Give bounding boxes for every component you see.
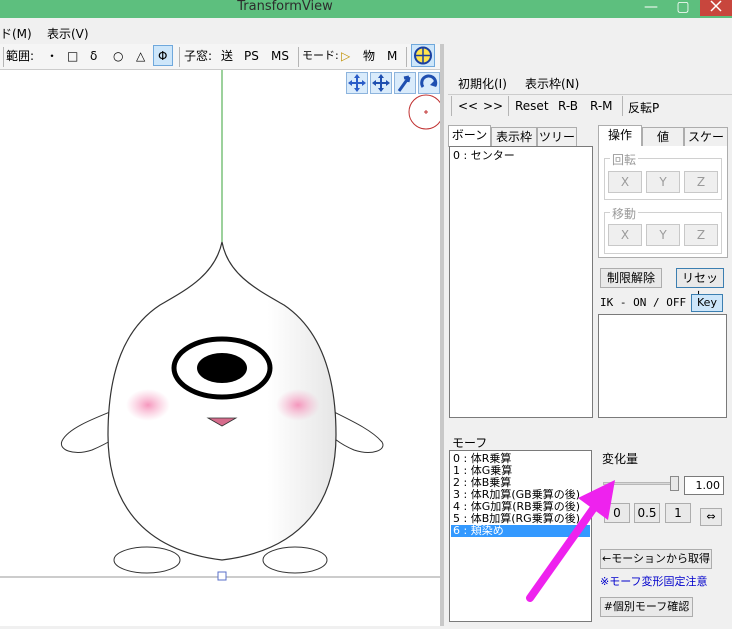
menu-item-view[interactable]: 表示(V) <box>47 25 89 42</box>
move-x-button[interactable]: X <box>608 224 642 246</box>
move-z-button[interactable]: Z <box>684 224 718 246</box>
model-canvas <box>0 70 440 581</box>
change-slider-thumb[interactable] <box>669 476 679 491</box>
toolbar-separator <box>508 96 509 116</box>
child-ps-button[interactable]: PS <box>244 48 259 64</box>
change-amount-label: 変化量 <box>602 452 639 466</box>
right-foot <box>262 546 328 574</box>
range-circle-button[interactable]: ○ <box>113 48 123 64</box>
rotate-z-button[interactable]: Z <box>684 171 718 193</box>
tab-value[interactable]: 値 <box>642 127 684 147</box>
view-center-gizmo[interactable] <box>408 94 444 130</box>
toolbar-separator <box>179 47 180 67</box>
target-button[interactable] <box>411 44 435 67</box>
menu-item-initialize[interactable]: 初期化(I) <box>458 75 507 92</box>
change-value-field[interactable]: 1.00 <box>684 476 724 495</box>
range-label: 範囲: <box>6 49 35 63</box>
center-bone-marker <box>217 571 227 581</box>
zoom-view-button[interactable] <box>394 72 416 94</box>
range-delta-button[interactable]: δ <box>90 48 97 64</box>
maximize-button[interactable]: ▢ <box>668 0 698 16</box>
child-ms-button[interactable]: MS <box>271 48 289 64</box>
list-item-selected[interactable]: 6 : 頬染め <box>453 525 504 537</box>
bone-list[interactable] <box>449 146 593 418</box>
tab-display-frame[interactable]: 表示枠 <box>491 127 537 147</box>
range-triangle-button[interactable]: △ <box>136 48 145 64</box>
preset-1-button[interactable]: 1 <box>665 503 691 523</box>
ik-list[interactable] <box>598 314 727 418</box>
annotation-arrow-icon <box>526 480 615 602</box>
reset-bone-button[interactable]: R-B <box>558 99 578 113</box>
move-label: 移動 <box>610 205 639 222</box>
menu-item-mode[interactable]: ド(M) <box>0 25 32 42</box>
toolbar-separator <box>298 47 299 67</box>
toolbar-separator <box>406 47 407 67</box>
preset-half-button[interactable]: 0.5 <box>634 503 660 523</box>
next-frame-button[interactable]: >> <box>483 99 503 113</box>
list-item[interactable]: 0 : センター <box>453 150 515 162</box>
ik-label: IK - ON / OFF <box>600 296 687 309</box>
expand-button[interactable]: ⇔ <box>700 508 722 526</box>
prev-frame-button[interactable]: << <box>458 99 478 113</box>
key-button[interactable]: Key <box>691 294 723 312</box>
move-view-button[interactable] <box>346 72 368 94</box>
minimize-button[interactable]: — <box>636 0 666 16</box>
tab-operation[interactable]: 操作 <box>598 125 642 147</box>
pan-arrows-icon <box>372 74 390 92</box>
center-circle-icon <box>408 94 444 130</box>
rotate-y-button[interactable]: Y <box>646 171 680 193</box>
range-phi-button[interactable]: Φ <box>158 48 167 64</box>
menu-item-display-frame[interactable]: 表示枠(N) <box>525 75 579 92</box>
double-arrow-icon: ⇔ <box>706 510 716 523</box>
reset-bone-op-button[interactable]: リセット <box>676 268 724 303</box>
mode-label: モード: <box>302 49 339 62</box>
tab-bone[interactable]: ボーン <box>448 125 491 147</box>
rotate-view-button[interactable] <box>418 72 440 94</box>
tab-tree[interactable]: ツリー <box>537 127 577 147</box>
mode-object-button[interactable]: 物 <box>363 48 375 64</box>
zoom-arrow-icon <box>397 75 411 92</box>
close-icon <box>710 0 722 12</box>
rotate-x-button[interactable]: X <box>608 171 642 193</box>
splitter[interactable] <box>440 44 444 626</box>
reset-morph-button[interactable]: R-M <box>590 99 613 113</box>
range-square-button[interactable]: □ <box>67 48 78 64</box>
eye <box>171 336 273 400</box>
child-window-label: 子窓: <box>184 49 213 63</box>
move-cross-arrows-icon <box>348 74 366 92</box>
mode-play-button[interactable]: ▷ <box>341 48 350 64</box>
mode-m-button[interactable]: M <box>387 48 397 64</box>
toolbar-separator <box>622 96 623 116</box>
tab-scale[interactable]: スケール <box>684 127 728 162</box>
close-button[interactable] <box>700 0 732 16</box>
divider <box>448 94 732 95</box>
move-y-button[interactable]: Y <box>646 224 680 246</box>
toolbar-separator <box>451 96 452 116</box>
left-blush <box>126 389 170 421</box>
rotate-arrow-icon <box>420 74 438 88</box>
reset-button[interactable]: Reset <box>515 99 549 113</box>
morph-label: モーフ <box>452 436 488 450</box>
window-title: TransformView <box>237 0 333 14</box>
right-blush <box>276 389 320 421</box>
left-foot <box>113 546 181 574</box>
list-item[interactable]: 2 : 体B乗算 <box>453 477 511 489</box>
range-point-button[interactable]: ・ <box>46 48 58 64</box>
flip-pose-button[interactable]: 反転P <box>628 99 659 116</box>
crosshair-icon <box>414 46 432 65</box>
pan-view-button[interactable] <box>370 72 392 94</box>
rotate-label: 回転 <box>610 151 639 168</box>
3d-viewport[interactable] <box>0 70 442 626</box>
child-send-button[interactable]: 送 <box>221 48 233 64</box>
release-limit-button[interactable]: 制限解除 <box>600 268 662 288</box>
toolbar-separator <box>3 47 4 67</box>
